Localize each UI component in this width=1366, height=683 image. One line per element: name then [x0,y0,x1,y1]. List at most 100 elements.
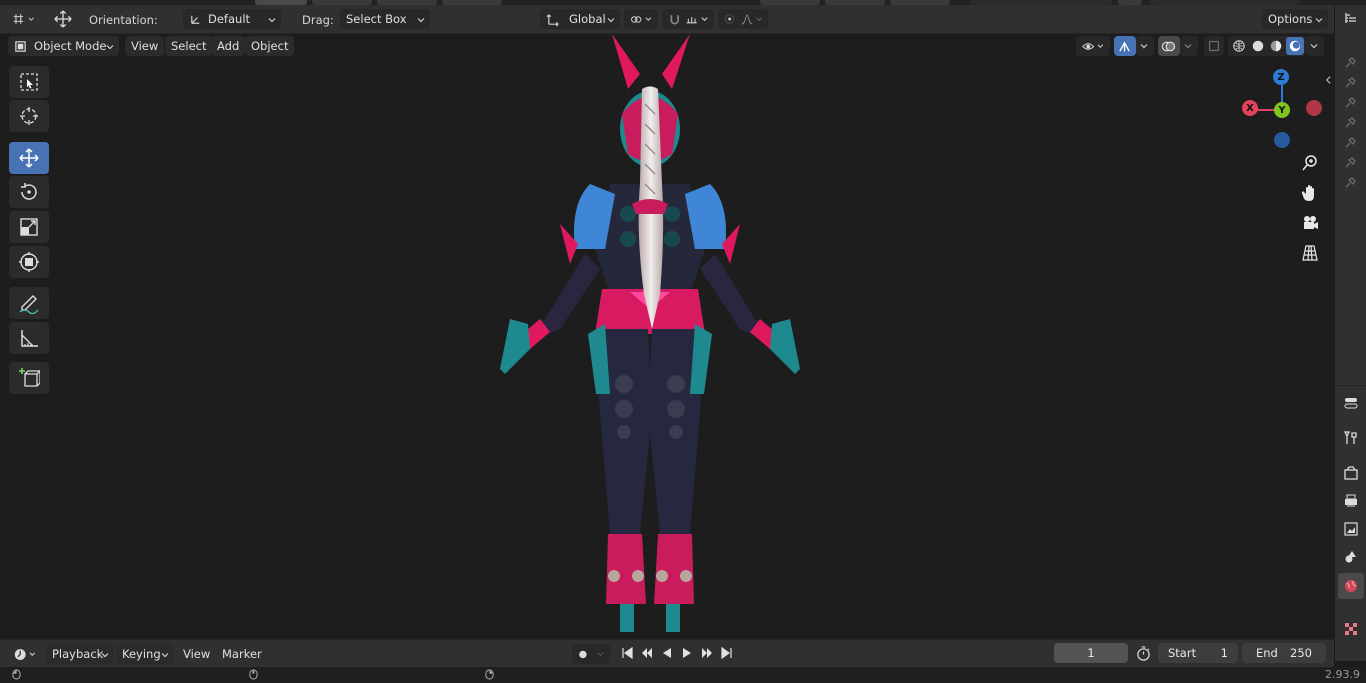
orientation-dropdown[interactable]: Default [183,9,281,29]
character-model[interactable] [0,34,1334,639]
pin-icon[interactable] [1342,113,1360,131]
editor-type-button[interactable] [6,9,40,29]
prev-keyframe-button[interactable] [638,644,656,662]
overlays-dropdown[interactable] [1180,36,1198,56]
scene-properties-icon[interactable] [1342,548,1360,566]
move-icon [19,148,39,168]
pin-icon[interactable] [1342,93,1360,111]
transform-space-value: Global [569,12,606,26]
drag-dropdown[interactable]: Select Box [340,9,430,29]
visibility-dropdown[interactable] [1076,36,1110,56]
play-icon [683,648,691,658]
axis-y-handle[interactable]: Y [1274,102,1290,118]
pivot-point-dropdown[interactable] [624,9,658,29]
annotate-pencil-icon [19,295,39,314]
snap-increment-icon [687,16,698,23]
end-value: 250 [1290,646,1312,660]
pan-button[interactable] [1298,181,1322,205]
xray-icon [1209,41,1219,51]
timeline-view-menu[interactable]: View [177,644,216,664]
zoom-button[interactable] [1298,151,1322,175]
world-properties-icon[interactable] [1338,573,1364,599]
jump-end-icon [721,647,732,659]
eye-icon [1082,42,1095,50]
chevron-down-icon [101,648,109,658]
camera-view-button[interactable] [1298,211,1322,235]
playback-menu[interactable]: Playback [46,644,114,664]
axis-z-handle[interactable]: Z [1273,69,1289,85]
play-reverse-button[interactable] [658,644,676,662]
mode-dropdown[interactable]: Object Mode [8,36,119,56]
view-layer-properties-icon[interactable] [1342,520,1360,538]
scale-tool[interactable] [9,211,49,243]
jump-to-end-button[interactable] [718,644,736,662]
playback-label: Playback [52,647,104,661]
solid-shading-icon[interactable] [1249,37,1267,55]
add-cube-tool[interactable] [9,362,49,394]
preview-range-toggle[interactable] [1134,644,1152,662]
pin-icon[interactable] [1342,73,1360,91]
sidebar-expand-icon[interactable] [1325,75,1332,85]
play-button[interactable] [678,644,696,662]
measure-tool[interactable] [9,322,49,354]
timeline-editor-type-button[interactable] [8,644,42,664]
snapping-group[interactable] [662,9,714,29]
jump-to-start-button[interactable] [618,644,636,662]
rotate-tool[interactable] [9,176,49,208]
output-properties-icon[interactable] [1342,492,1360,510]
annotate-tool[interactable] [9,287,49,319]
tool-properties-icon[interactable] [1342,429,1360,447]
menu-add[interactable]: Add [211,36,246,56]
properties-tab-column [1334,5,1366,661]
menu-object[interactable]: Object [245,36,295,56]
transform-orientation-dropdown[interactable]: Global [540,9,620,29]
move-tool[interactable] [9,142,49,174]
texture-properties-icon[interactable] [1342,620,1360,638]
mouse-middle-icon [249,669,258,680]
start-frame-field[interactable]: Start 1 [1158,643,1238,663]
menu-view[interactable]: View [125,36,165,56]
chevron-down-icon [1315,13,1323,23]
next-keyframe-button[interactable] [698,644,716,662]
material-preview-icon[interactable] [1268,37,1286,55]
properties-editor-icon[interactable] [1342,394,1360,412]
status-bar: 2.93.9 [0,667,1366,683]
end-frame-field[interactable]: End 250 [1242,643,1326,663]
select-box-icon [20,73,38,91]
gizmo-dropdown[interactable] [1136,36,1154,56]
axis-x-handle[interactable]: X [1242,100,1258,116]
next-keyframe-icon [702,648,712,658]
pin-icon[interactable] [1342,153,1360,171]
pin-icon[interactable] [1342,133,1360,151]
prev-keyframe-icon [642,648,652,658]
pin-icon[interactable] [1342,173,1360,191]
render-properties-icon[interactable] [1342,464,1360,482]
rendered-shading-icon[interactable] [1286,37,1304,55]
axis-neg-z-handle[interactable] [1274,132,1290,148]
options-dropdown[interactable]: Options [1262,9,1328,29]
shading-dropdown[interactable] [1306,36,1324,56]
xray-toggle[interactable] [1204,36,1224,56]
proportional-editing-group[interactable] [718,9,768,29]
chevron-down-icon [106,40,114,50]
show-overlays-toggle[interactable] [1158,36,1180,56]
marker-menu[interactable]: Marker [216,644,268,664]
move-tool-icon-button[interactable] [48,7,78,31]
select-box-tool[interactable] [9,66,49,98]
current-frame-field[interactable]: 1 [1054,643,1128,663]
transform-icon [19,252,39,272]
play-reverse-icon [663,648,671,658]
3d-viewport[interactable]: Object Mode View Select Add Object Z X Y [0,34,1334,639]
wireframe-shading-icon[interactable] [1230,37,1248,55]
show-gizmo-toggle[interactable] [1114,36,1136,56]
menu-select[interactable]: Select [165,36,213,56]
camera-icon [1304,216,1318,229]
outliner-icon[interactable] [1342,9,1360,27]
transform-tool[interactable] [9,246,49,278]
auto-keying-group[interactable] [572,644,610,664]
keying-menu[interactable]: Keying [116,644,174,664]
axis-neg-x-handle[interactable] [1306,100,1322,116]
cursor-tool[interactable] [9,100,49,132]
pin-icon[interactable] [1342,53,1360,71]
perspective-toggle[interactable] [1298,241,1322,265]
